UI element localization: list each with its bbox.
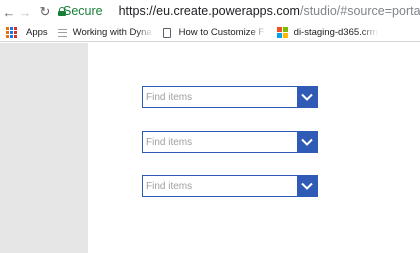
list-icon <box>57 28 67 37</box>
forward-arrow-icon[interactable]: → <box>18 2 32 22</box>
bookmark-label: Working with Dynan <box>72 27 153 38</box>
bookmark-label: di-staging-d365.crm <box>293 27 378 38</box>
dropdown-3[interactable]: Find items <box>142 175 318 197</box>
bookmark-label: Apps <box>26 27 48 38</box>
microsoft-logo-icon <box>276 27 288 38</box>
bookmark-apps[interactable]: Apps <box>0 26 48 39</box>
bookmark-label: How to Customize F <box>178 27 265 38</box>
back-arrow-icon[interactable]: ← <box>2 2 16 22</box>
address-bar[interactable]: Secure https://eu.create.powerapps.com/s… <box>58 1 420 21</box>
dropdown-placeholder[interactable]: Find items <box>143 132 297 152</box>
chevron-down-icon[interactable] <box>297 176 317 196</box>
dropdown-placeholder[interactable]: Find items <box>143 176 297 196</box>
url-host: https://eu.create.powerapps.com <box>118 4 300 18</box>
bookmark-di-staging[interactable]: di-staging-d365.crm <box>276 27 378 38</box>
bookmark-working-with-dynamics[interactable]: Working with Dynan <box>57 27 153 38</box>
dropdown-1[interactable]: Find items <box>142 86 318 108</box>
browser-toolbar: ← → ↻ Secure https://eu.create.powerapps… <box>0 0 420 24</box>
bookmark-how-to-customize[interactable]: How to Customize F <box>162 27 267 38</box>
chevron-down-icon[interactable] <box>297 87 317 107</box>
reload-icon[interactable]: ↻ <box>38 2 52 22</box>
url-path: /studio/#source=portal&environm <box>299 4 420 18</box>
page-icon <box>162 27 171 38</box>
bookmarks-bar: Apps Working with Dynan How to Customize… <box>0 24 420 42</box>
dropdown-placeholder[interactable]: Find items <box>143 87 297 107</box>
apps-grid-icon <box>6 26 18 39</box>
secure-label: Secure <box>63 4 103 18</box>
chevron-down-icon[interactable] <box>297 132 317 152</box>
left-panel <box>0 43 88 253</box>
dropdown-2[interactable]: Find items <box>142 131 318 153</box>
